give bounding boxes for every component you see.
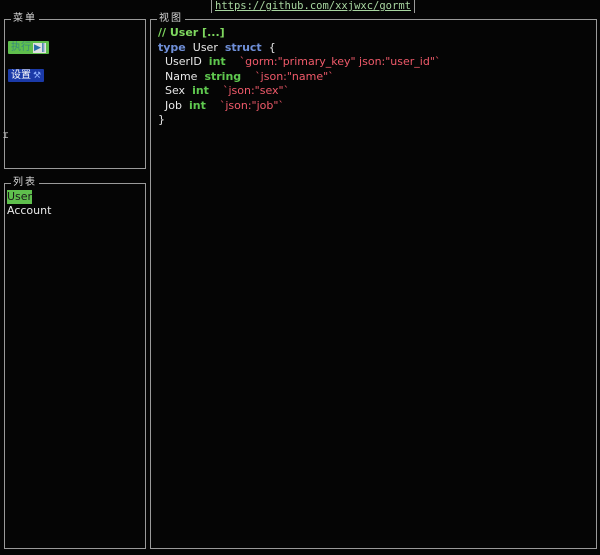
run-button-label: 执行 xyxy=(11,42,31,53)
play-pause-icon: ▶‖ xyxy=(33,43,47,53)
text-cursor-icon: ⌶ xyxy=(3,131,9,141)
field-name: Job xyxy=(165,98,182,112)
field-name: UserID xyxy=(165,55,202,68)
code-type-keyword: type xyxy=(158,40,186,54)
field-tag: `json:"sex"` xyxy=(222,84,290,97)
field-name: Sex xyxy=(165,84,186,97)
code-view: // User [...] type User struct { UserID … xyxy=(158,26,440,128)
code-close-brace: } xyxy=(158,113,165,126)
field-type: string xyxy=(204,69,242,83)
field-tag: `json:"job"` xyxy=(219,98,284,112)
repo-url-link[interactable]: https://github.com/xxjwxc/gormt xyxy=(211,0,415,13)
table-list: User Account xyxy=(7,190,51,218)
code-struct-keyword: struct xyxy=(224,40,262,54)
field-type: int xyxy=(192,84,209,97)
run-button[interactable]: 执行 ▶‖ xyxy=(8,41,50,54)
list-panel: 列表 User Account xyxy=(4,176,146,549)
field-tag: `gorm:"primary_key" json:"user_id"` xyxy=(239,55,441,68)
view-panel-title: 视图 xyxy=(157,12,185,26)
tools-icon: ⚒ xyxy=(33,71,42,81)
field-type: int xyxy=(208,55,226,68)
code-struct-name: User xyxy=(192,40,218,54)
menu-panel: 菜单 执行 ▶‖ 设置 ⚒ ⌶ xyxy=(3,12,146,169)
list-panel-title: 列表 xyxy=(11,176,39,190)
list-item-user[interactable]: User xyxy=(7,190,33,204)
code-comment: // User [...] xyxy=(158,26,225,39)
view-panel: 视图 // User [...] type User struct { User… xyxy=(150,12,597,549)
settings-button-label: 设置 xyxy=(11,70,31,81)
list-item-account[interactable]: Account xyxy=(7,204,51,218)
settings-button[interactable]: 设置 ⚒ xyxy=(8,69,45,82)
menu-panel-title: 菜单 xyxy=(11,12,39,26)
field-tag: `json:"name"` xyxy=(255,69,334,83)
field-type: int xyxy=(188,98,206,112)
field-name: Name xyxy=(165,69,198,83)
code-open-brace: { xyxy=(268,40,276,54)
